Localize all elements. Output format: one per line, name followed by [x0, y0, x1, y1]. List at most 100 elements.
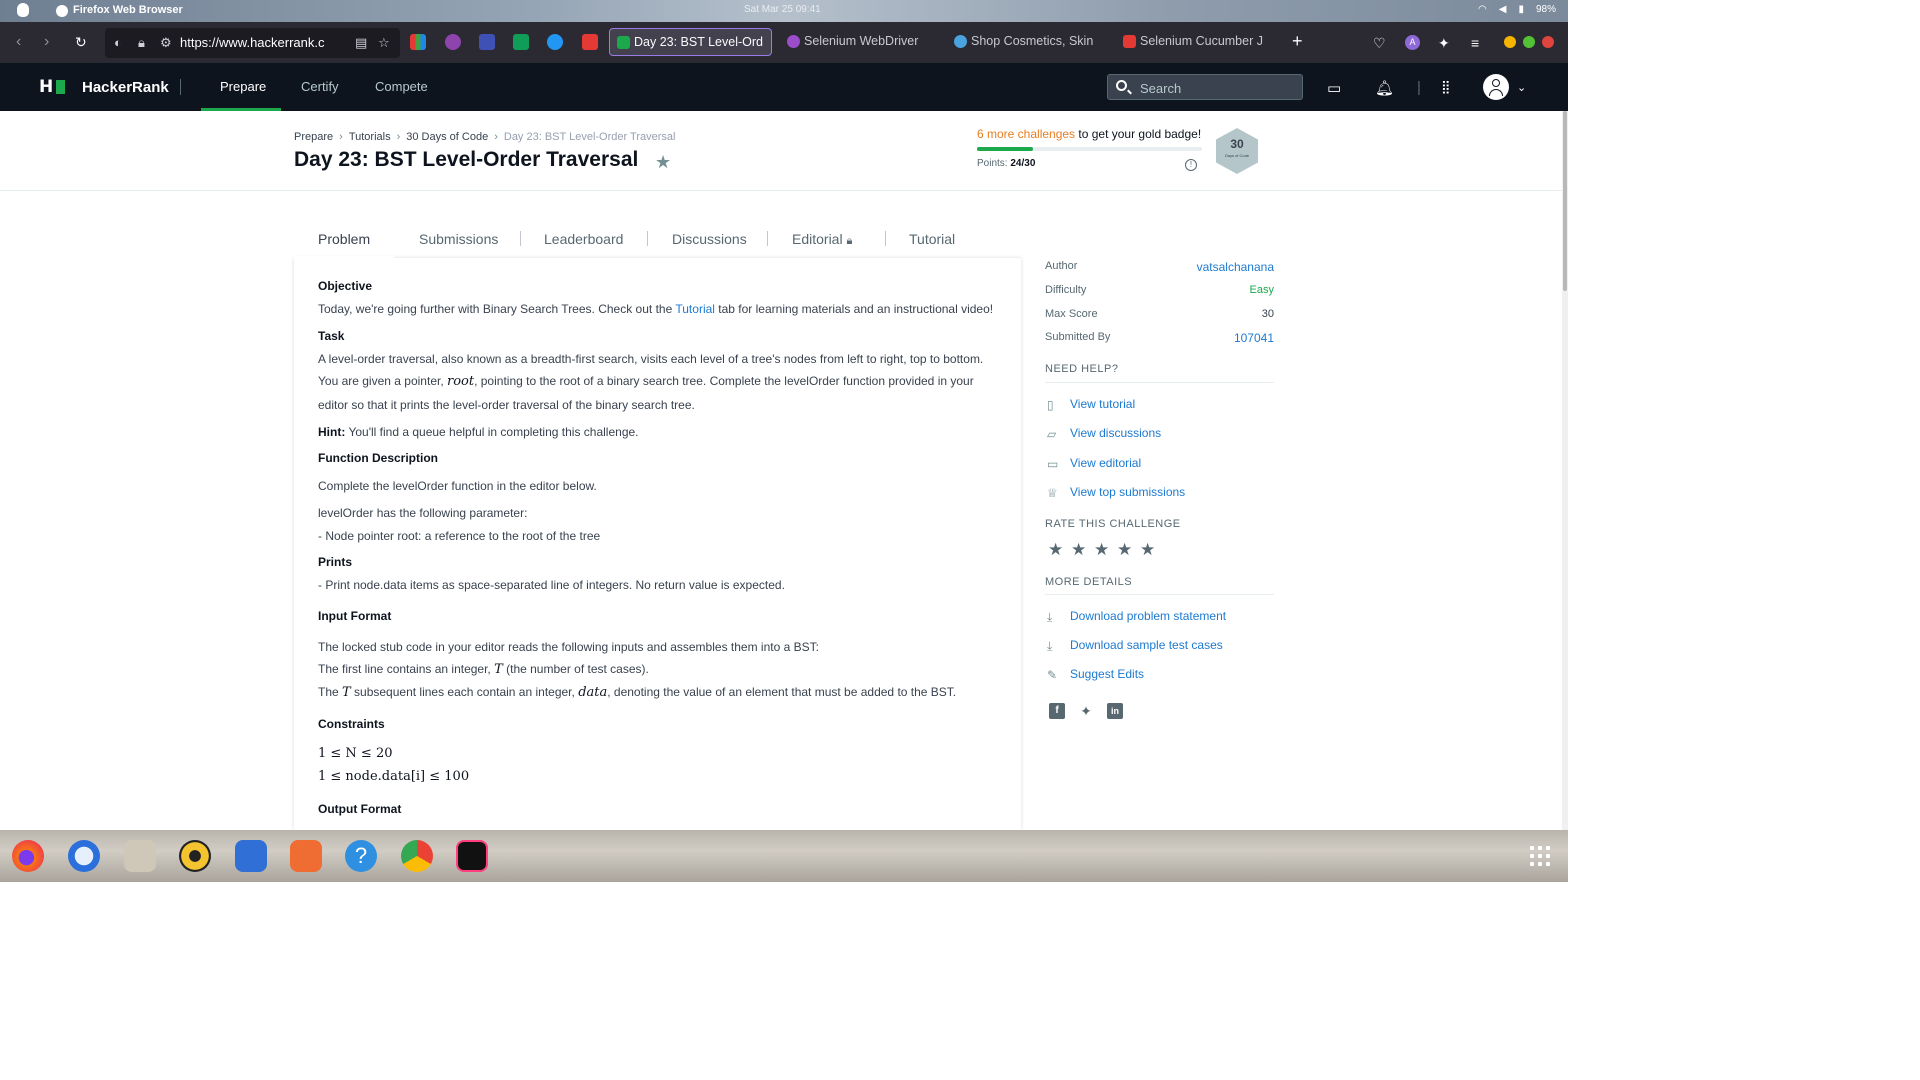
nav-certify[interactable]: Certify: [301, 79, 339, 94]
wifi-icon[interactable]: ◠: [1478, 4, 1487, 15]
show-apps-icon[interactable]: [1530, 846, 1550, 866]
nav-compete[interactable]: Compete: [375, 79, 428, 94]
tracking-shield-icon[interactable]: ◐: [114, 35, 122, 50]
breadcrumb-30-days[interactable]: 30 Days of Code: [406, 131, 488, 143]
rating-star-icon[interactable]: ★: [1094, 540, 1109, 560]
apps-grid-icon[interactable]: ⣿: [1441, 79, 1451, 95]
writer-dock-icon[interactable]: [235, 840, 267, 872]
submitted-by-link[interactable]: 107041: [1234, 331, 1274, 345]
pinned-tab-icon[interactable]: [513, 34, 529, 50]
link-label: View editorial: [1070, 456, 1142, 470]
tab-hackerrank[interactable]: Day 23: BST Level-Ord: [609, 28, 772, 56]
pinned-tab-icon[interactable]: [479, 34, 495, 50]
battery-icon[interactable]: ▮: [1518, 4, 1524, 15]
bookmark-star-icon[interactable]: ★: [655, 152, 671, 173]
thunderbird-dock-icon[interactable]: [68, 840, 100, 872]
tutorial-link[interactable]: Tutorial: [675, 302, 715, 316]
pinned-tab-icon[interactable]: [410, 34, 426, 50]
breadcrumb-tutorials[interactable]: Tutorials: [349, 131, 391, 143]
address-bar[interactable]: ◐ 🔒︎ ⚙ https://www.hackerrank.c ▤ ☆: [105, 28, 400, 58]
tab-leaderboard[interactable]: Leaderboard: [544, 231, 623, 247]
task-heading: Task: [318, 329, 345, 343]
account-avatar-icon[interactable]: A: [1405, 35, 1420, 50]
parameter-root: - Node pointer root: a reference to the …: [318, 529, 601, 543]
facebook-icon[interactable]: f: [1049, 703, 1065, 719]
chevron-down-icon[interactable]: ⌄: [1517, 81, 1526, 94]
search-box[interactable]: [1107, 74, 1303, 100]
pocket-icon[interactable]: ♡: [1373, 35, 1386, 52]
url-text[interactable]: https://www.hackerrank.c: [180, 35, 330, 50]
page-scrollbar[interactable]: [1562, 111, 1568, 830]
permissions-icon[interactable]: ⚙: [160, 35, 172, 51]
files-dock-icon[interactable]: [124, 840, 156, 872]
more-challenges-link[interactable]: 6 more challenges: [977, 127, 1075, 141]
volume-icon[interactable]: ◀: [1499, 4, 1507, 15]
detail-label: Difficulty: [1045, 284, 1087, 296]
rhythmbox-dock-icon[interactable]: [179, 840, 211, 872]
nav-prepare[interactable]: Prepare: [220, 79, 266, 94]
minimize-window-icon[interactable]: [1504, 36, 1516, 48]
breadcrumb-prepare[interactable]: Prepare: [294, 131, 333, 143]
extensions-icon[interactable]: ✦: [1438, 35, 1450, 52]
chrome-dock-icon[interactable]: [401, 840, 433, 872]
lock-icon[interactable]: 🔒︎: [138, 35, 145, 51]
tab-label: Day 23: BST Level-Ord: [634, 35, 763, 49]
tab-problem[interactable]: Problem: [318, 231, 370, 247]
clock[interactable]: Sat Mar 25 09:41: [744, 4, 821, 15]
page-title: Day 23: BST Level-Order Traversal: [294, 148, 639, 171]
hackerrank-logo[interactable]: H: [39, 79, 65, 96]
forward-icon[interactable]: ›: [44, 34, 49, 50]
rating-star-icon[interactable]: ★: [1140, 540, 1155, 560]
brand-name[interactable]: HackerRank: [82, 79, 169, 96]
rating-star-icon[interactable]: ★: [1117, 540, 1132, 560]
tab-submissions[interactable]: Submissions: [419, 231, 498, 247]
tab-discussions[interactable]: Discussions: [672, 231, 747, 247]
tab-tutorial[interactable]: Tutorial: [909, 231, 955, 247]
linkedin-icon[interactable]: in: [1107, 703, 1123, 719]
pinned-tab-icon[interactable]: [547, 34, 563, 50]
close-window-icon[interactable]: [1542, 36, 1554, 48]
math-t: T: [494, 662, 503, 677]
reader-view-icon[interactable]: ▤: [355, 35, 367, 51]
breadcrumb-current: Day 23: BST Level-Order Traversal: [503, 131, 676, 143]
author-link[interactable]: vatsalchanana: [1197, 260, 1274, 274]
badge-message: 6 more challenges to get your gold badge…: [977, 127, 1201, 141]
menu-icon[interactable]: ≡: [1471, 35, 1479, 51]
detail-author: Author vatsalchanana: [1045, 260, 1274, 276]
search-input[interactable]: [1140, 79, 1290, 97]
search-icon: [1116, 80, 1127, 91]
bookmark-star-icon[interactable]: ☆: [378, 35, 390, 51]
badge-progress-bar: [977, 147, 1202, 151]
objective-text: Today, we're going further with Binary S…: [318, 302, 993, 316]
intellij-dock-icon[interactable]: [456, 840, 488, 872]
pinned-tab-icon[interactable]: [582, 34, 598, 50]
tab-shop-cosmetics[interactable]: Shop Cosmetics, Skin: [947, 28, 1107, 56]
apple-menu-icon[interactable]: [17, 3, 29, 17]
tab-divider: [767, 231, 768, 246]
rating-star-icon[interactable]: ★: [1071, 540, 1086, 560]
tab-selenium-cucumber[interactable]: Selenium Cucumber J: [1116, 28, 1276, 56]
tab-selenium-webdriver[interactable]: Selenium WebDriver: [780, 28, 940, 56]
twitter-icon[interactable]: ✦: [1078, 703, 1094, 719]
help-dock-icon[interactable]: ?: [345, 840, 377, 872]
reload-icon[interactable]: ↻: [75, 34, 87, 50]
active-tab-indicator: [294, 256, 394, 262]
active-app-name[interactable]: Firefox Web Browser: [73, 4, 183, 16]
objective-text-part: tab for learning materials and an instru…: [714, 302, 994, 316]
points-value: 24/30: [1010, 158, 1036, 169]
notifications-bell-icon[interactable]: 🔔︎: [1375, 79, 1394, 97]
info-icon[interactable]: !: [1185, 159, 1197, 171]
rating-star-icon[interactable]: ★: [1048, 540, 1063, 560]
back-icon[interactable]: ‹: [16, 34, 21, 50]
scrollbar-thumb[interactable]: [1563, 111, 1567, 291]
firefox-dock-icon[interactable]: [12, 840, 44, 872]
messages-icon[interactable]: ▭: [1327, 79, 1341, 97]
tab-editorial[interactable]: Editorial 🔒︎: [792, 231, 852, 248]
pinned-tab-icon[interactable]: [445, 34, 461, 50]
maximize-window-icon[interactable]: [1523, 36, 1535, 48]
new-tab-button[interactable]: +: [1292, 31, 1303, 52]
chevron-right-icon: ›: [339, 131, 343, 143]
app-center-dock-icon[interactable]: [290, 840, 322, 872]
divider: [1045, 382, 1274, 383]
avatar[interactable]: [1483, 74, 1509, 100]
